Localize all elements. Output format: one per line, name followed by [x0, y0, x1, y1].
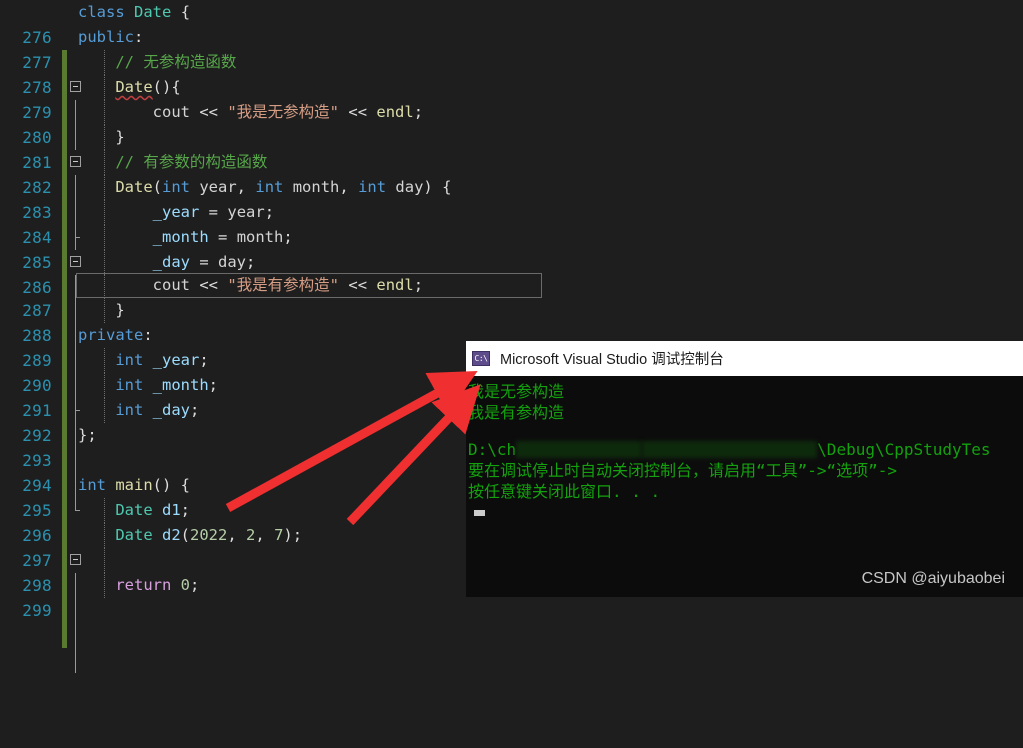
code-text: _day = day; [152, 253, 256, 271]
code-text: Date(){ [115, 78, 181, 96]
code-text: int main() { [78, 476, 190, 494]
code-text: private: [78, 326, 153, 344]
console-cursor [474, 510, 485, 516]
outline-guide [69, 648, 83, 673]
code-text: } [115, 301, 125, 319]
code-text: // 无参构造函数 [115, 53, 237, 71]
outline-guide [69, 598, 83, 623]
console-output: 我是无参构造 我是有参构造 D:\ch \Debug\CppStudyTes 要在… [466, 376, 1023, 516]
code-text: int _year; [115, 351, 209, 369]
console-path-suffix: \Debug\CppStudyTes [817, 440, 991, 459]
code-text: return 0; [115, 576, 200, 594]
console-title: Microsoft Visual Studio 调试控制台 [500, 352, 724, 368]
code-text: int _month; [115, 376, 219, 394]
code-line[interactable]: 288 } [0, 298, 1023, 398]
indent-guide [104, 548, 105, 573]
changed-lines-bar [62, 598, 67, 623]
code-text: cout << "我是有参构造" << endl; [152, 276, 424, 294]
console-path-prefix: D:\ch [468, 440, 517, 459]
code-text: Date d2(2022, 2, 7); [115, 526, 303, 544]
line-number: 299 [22, 601, 52, 620]
code-text: } [115, 128, 125, 146]
console-path-line: D:\ch \Debug\CppStudyTes [468, 439, 1023, 460]
code-text: int _day; [115, 401, 200, 419]
code-text: // 有参数的构造函数 [115, 153, 268, 171]
code-line-current[interactable]: 287 cout << "我是有参构造" << endl; [0, 273, 1023, 373]
console-hint-line: 要在调试停止时自动关闭控制台，请启用“工具”->“选项”-> [468, 461, 898, 480]
code-line[interactable]: 283 Date(int year, int month, int day) { [0, 175, 1023, 267]
console-icon: C:\ [472, 351, 490, 366]
code-line[interactable]: 278 // 无参构造函数 [0, 50, 1023, 150]
code-line[interactable]: 281 } [0, 125, 1023, 225]
code-text: public: [78, 28, 144, 46]
code-line[interactable]: 284 _year = year; [0, 200, 1023, 300]
outline-guide [69, 623, 83, 648]
code-text: cout << "我是无参构造" << endl; [152, 103, 424, 121]
console-output-line: 我是无参构造 [468, 382, 565, 401]
code-text: Date d1; [115, 501, 191, 519]
console-titlebar[interactable]: C:\ Microsoft Visual Studio 调试控制台 [466, 341, 1023, 376]
code-text: class Date { [78, 3, 191, 21]
code-text: _month = month; [152, 228, 293, 246]
redacted-path-segment [516, 441, 643, 458]
console-output-line: 我是有参构造 [468, 403, 565, 422]
code-line[interactable]: 280 cout << "我是无参构造" << endl; [0, 100, 1023, 200]
csdn-watermark: CSDN @aiyubaobei [861, 570, 1005, 587]
code-text: Date(int year, int month, int day) { [115, 178, 452, 196]
code-text: }; [78, 426, 97, 444]
debug-console-window[interactable]: C:\ Microsoft Visual Studio 调试控制台 我是无参构造… [466, 341, 1023, 597]
changed-lines-bar [62, 623, 67, 648]
code-line[interactable]: 282 // 有参数的构造函数 [0, 150, 1023, 250]
code-text: _year = year; [152, 203, 275, 221]
console-close-line: 按任意键关闭此窗口. . . [468, 482, 661, 501]
code-line[interactable]: 277 public: [0, 25, 1023, 125]
code-line[interactable]: 286 _day = day; [0, 250, 1023, 350]
code-line[interactable]: 276 class Date { [0, 0, 1023, 92]
redacted-path-segment [642, 441, 818, 458]
code-line[interactable]: 285 _month = month; [0, 225, 1023, 325]
code-line[interactable]: 279 Date(){ [0, 75, 1023, 167]
